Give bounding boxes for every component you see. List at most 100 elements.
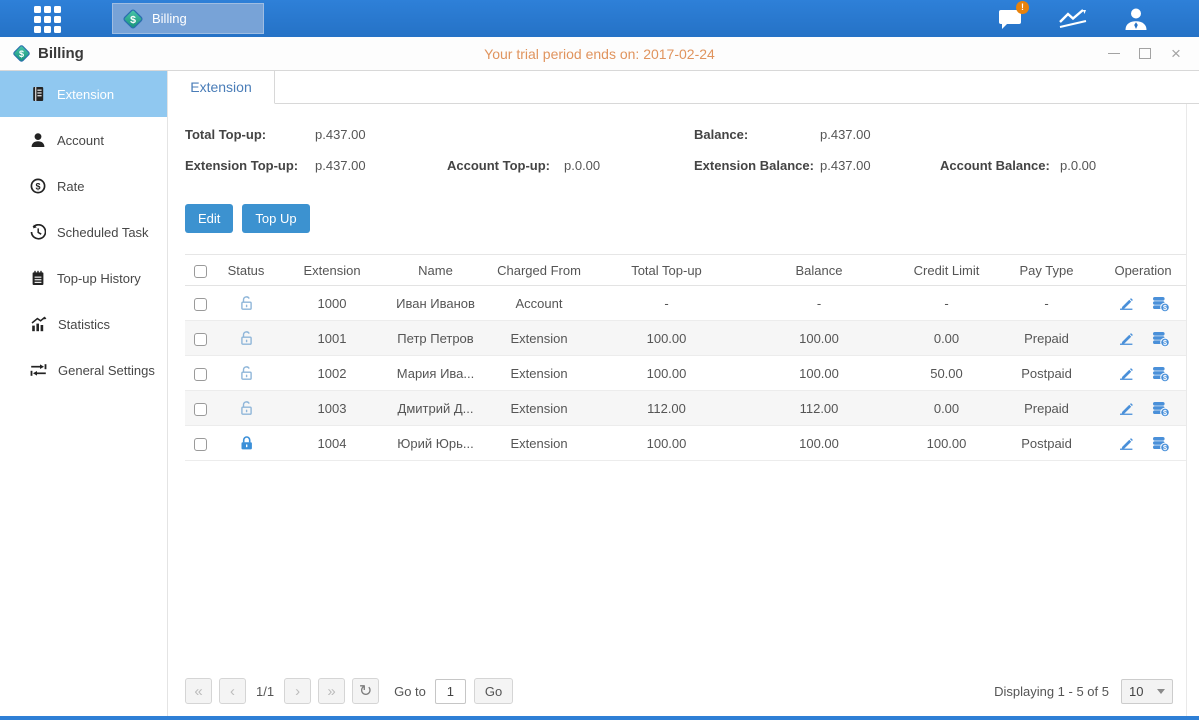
first-page-button[interactable]: « — [185, 678, 212, 704]
row-checkbox[interactable] — [194, 403, 207, 416]
topup-coins-icon[interactable] — [1151, 330, 1170, 347]
account-topup-value: p.0.00 — [564, 158, 600, 173]
row-checkbox[interactable] — [194, 438, 207, 451]
pagination-bar: « ‹ 1/1 › » ↻ Go to Go Displaying 1 - 5 … — [185, 674, 1173, 716]
topup-coins-icon[interactable] — [1151, 400, 1170, 417]
close-icon[interactable]: × — [1169, 47, 1183, 61]
user-icon[interactable] — [1119, 5, 1153, 33]
balance-label: Balance: — [694, 127, 820, 142]
sidebar: Extension Account $ Rate — [0, 71, 168, 716]
table-row: 1004 Юрий Юрь... Extension 100.00 100.00… — [185, 426, 1187, 461]
table-toolbar: Edit Top Up — [185, 204, 1173, 233]
sidebar-item-statistics[interactable]: Statistics — [0, 301, 167, 347]
minimize-icon[interactable] — [1107, 47, 1121, 61]
sidebar-item-rate[interactable]: $ Rate — [0, 163, 167, 209]
main-content: Extension Total Top-up: p.437.00 Extensi… — [168, 71, 1199, 716]
col-total-topup: Total Top-up — [594, 255, 739, 286]
table-row: 1002 Мария Ива... Extension 100.00 100.0… — [185, 356, 1187, 391]
maximize-icon[interactable] — [1138, 47, 1152, 61]
cell-name: Дмитрий Д... — [387, 391, 484, 426]
extension-balance-label: Extension Balance: — [694, 158, 820, 173]
edit-pencil-icon[interactable] — [1117, 434, 1135, 452]
sidebar-item-extension[interactable]: Extension — [0, 71, 167, 117]
cell-total-topup: 100.00 — [594, 356, 739, 391]
sidebar-item-label: Rate — [57, 179, 84, 194]
topup-button[interactable]: Top Up — [242, 204, 309, 233]
cell-credit-limit: 0.00 — [899, 391, 994, 426]
sidebar-item-topup-history[interactable]: Top-up History — [0, 255, 167, 301]
col-operation: Operation — [1099, 255, 1187, 286]
account-balance-value: p.0.00 — [1060, 158, 1096, 173]
sidebar-item-label: Scheduled Task — [57, 225, 149, 240]
extension-topup-value: p.437.00 — [315, 158, 447, 173]
cell-charged-from: Extension — [484, 391, 594, 426]
balance-summary: Total Top-up: p.437.00 Extension Top-up:… — [185, 119, 1173, 181]
taskbar-tab-label: Billing — [152, 11, 187, 26]
prev-page-button[interactable]: ‹ — [219, 678, 246, 704]
extension-table: Status Extension Name Charged From Total… — [185, 254, 1187, 461]
cell-extension: 1002 — [277, 356, 387, 391]
person-icon — [30, 132, 46, 148]
col-credit-limit: Credit Limit — [899, 255, 994, 286]
topup-coins-icon[interactable] — [1151, 435, 1170, 452]
edit-button[interactable]: Edit — [185, 204, 233, 233]
sidebar-item-label: Statistics — [58, 317, 110, 332]
edit-pencil-icon[interactable] — [1117, 294, 1135, 312]
cell-credit-limit: 100.00 — [899, 426, 994, 461]
cell-charged-from: Extension — [484, 356, 594, 391]
cell-pay-type: Postpaid — [994, 426, 1099, 461]
displaying-text: Displaying 1 - 5 of 5 — [994, 684, 1109, 699]
window-title: Billing — [0, 44, 84, 63]
lock-open-icon — [238, 295, 255, 311]
go-button[interactable]: Go — [474, 678, 513, 704]
sidebar-item-label: Account — [57, 133, 104, 148]
cell-credit-limit: 50.00 — [899, 356, 994, 391]
transfer-arrows-icon — [30, 362, 47, 378]
goto-page-input[interactable] — [435, 679, 466, 704]
page-size-select[interactable]: 10 — [1121, 679, 1173, 704]
sidebar-item-label: General Settings — [58, 363, 155, 378]
row-checkbox[interactable] — [194, 333, 207, 346]
last-page-button[interactable]: » — [318, 678, 345, 704]
total-topup-value: p.437.00 — [315, 127, 366, 142]
apps-grid-icon[interactable] — [34, 6, 70, 32]
lock-open-icon — [238, 330, 255, 346]
bottom-edge — [0, 716, 1199, 720]
sidebar-item-general-settings[interactable]: General Settings — [0, 347, 167, 393]
taskbar-right-icons: ! — [993, 5, 1153, 33]
cell-pay-type: - — [994, 286, 1099, 321]
edit-pencil-icon[interactable] — [1117, 329, 1135, 347]
taskbar-billing-tab[interactable]: Billing — [112, 3, 264, 34]
extension-balance-value: p.437.00 — [820, 158, 940, 173]
topup-coins-icon[interactable] — [1151, 365, 1170, 382]
cell-extension: 1000 — [277, 286, 387, 321]
notepad-icon — [30, 270, 46, 286]
next-page-button[interactable]: › — [284, 678, 311, 704]
col-charged-from: Charged From — [484, 255, 594, 286]
clock-history-icon — [30, 224, 46, 240]
select-all-checkbox[interactable] — [194, 265, 207, 278]
edit-pencil-icon[interactable] — [1117, 364, 1135, 382]
cell-balance: 112.00 — [739, 391, 899, 426]
sidebar-item-scheduled-task[interactable]: Scheduled Task — [0, 209, 167, 255]
window-controls: × — [1107, 47, 1199, 61]
cell-balance: 100.00 — [739, 426, 899, 461]
row-checkbox[interactable] — [194, 368, 207, 381]
cell-extension: 1001 — [277, 321, 387, 356]
table-row: 1000 Иван Иванов Account - - - - — [185, 286, 1187, 321]
refresh-button[interactable]: ↻ — [352, 678, 379, 704]
edit-pencil-icon[interactable] — [1117, 399, 1135, 417]
cell-extension: 1004 — [277, 426, 387, 461]
topup-coins-icon[interactable] — [1151, 295, 1170, 312]
sidebar-item-account[interactable]: Account — [0, 117, 167, 163]
tab-extension[interactable]: Extension — [168, 71, 275, 104]
resource-monitor-icon[interactable] — [1056, 5, 1090, 33]
chat-icon[interactable]: ! — [993, 5, 1027, 33]
app-window: Billing ! — [0, 0, 1199, 720]
row-checkbox[interactable] — [194, 298, 207, 311]
extension-topup-label: Extension Top-up: — [185, 158, 315, 173]
col-extension: Extension — [277, 255, 387, 286]
lock-open-icon — [238, 365, 255, 381]
window-title-text: Billing — [38, 45, 84, 62]
bar-chart-icon — [30, 316, 47, 332]
